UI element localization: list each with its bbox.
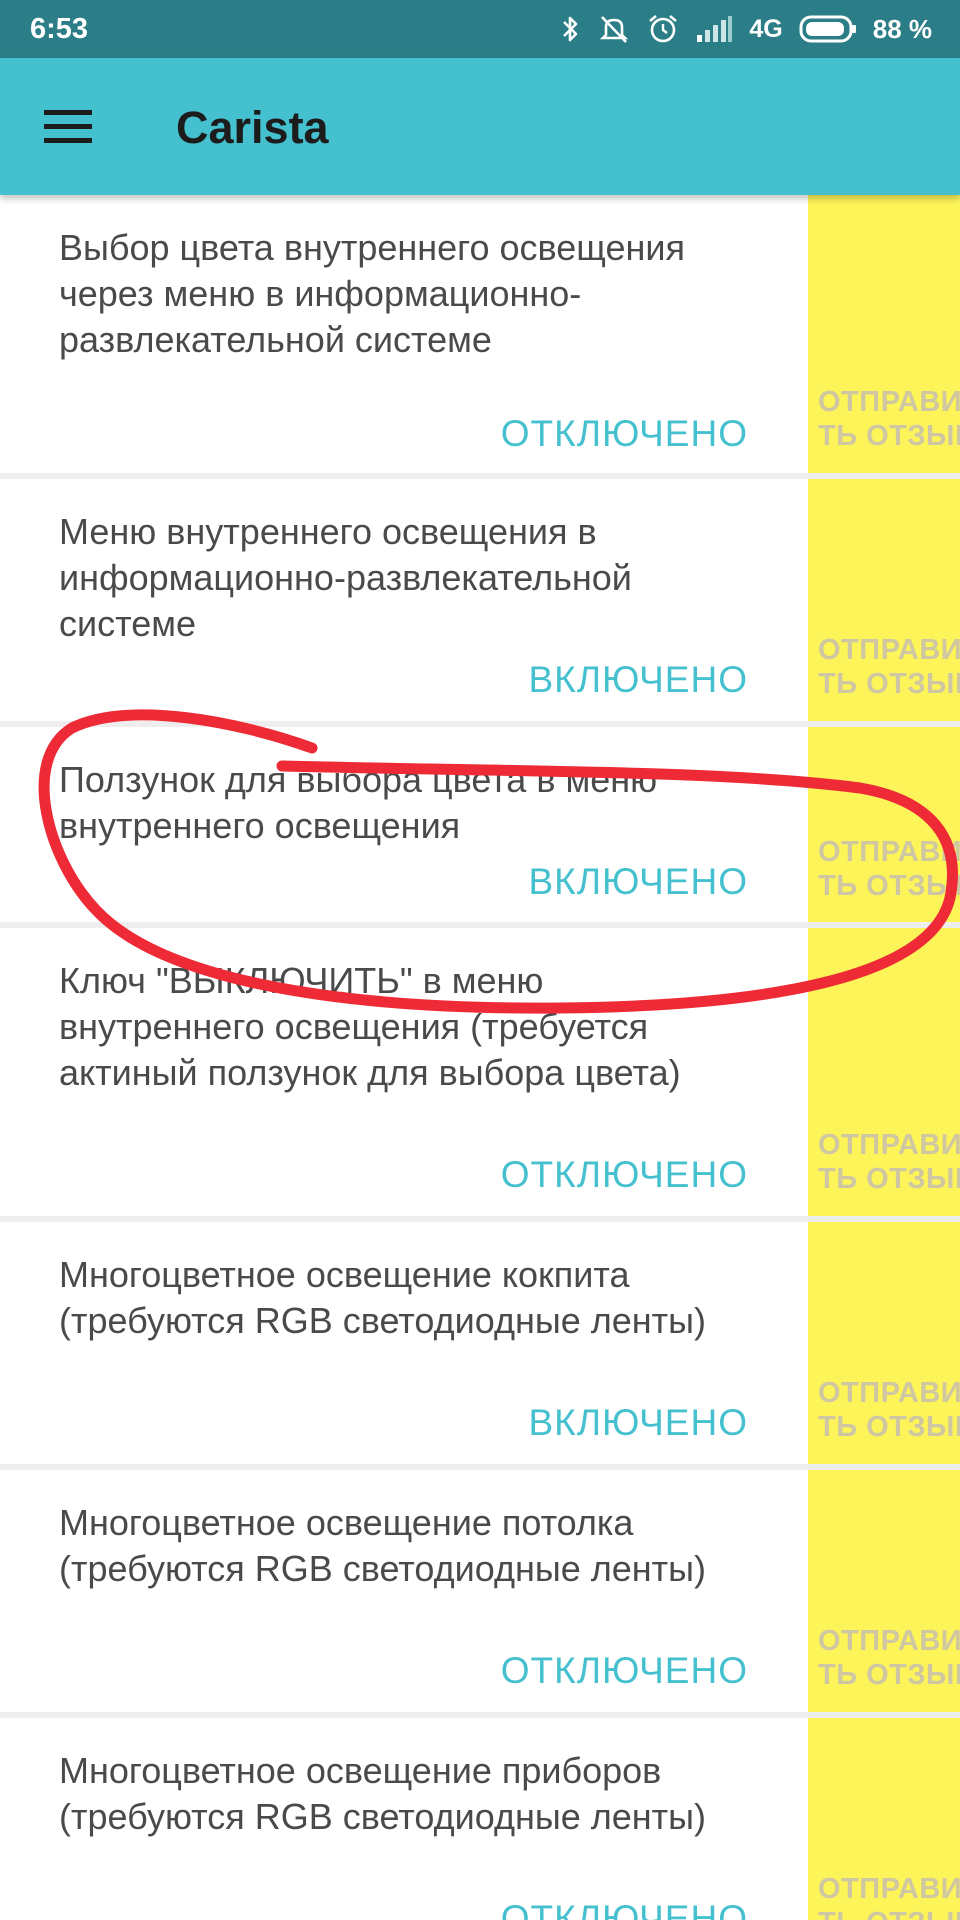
mute-icon — [600, 16, 629, 43]
feedback-label: ОТПРАВИ ТЬ ОТЗЫВ — [818, 1873, 960, 1920]
setting-title: Ключ "ВЫКЛЮЧИТЬ" в меню внутреннего осве… — [59, 960, 681, 1093]
feedback-button[interactable]: ОТПРАВИ ТЬ ОТЗЫВ — [808, 1222, 960, 1464]
setting-title: Меню внутреннего освещения в информацион… — [59, 511, 632, 644]
setting-row-body[interactable]: Ползунок для выбора цвета в меню внутрен… — [0, 727, 808, 922]
battery-icon — [799, 15, 856, 43]
bluetooth-icon — [563, 16, 578, 42]
setting-row[interactable]: Многоцветное освещение приборов (требуют… — [0, 1718, 960, 1920]
settings-list: Выбор цвета внутреннего освещения через … — [0, 195, 960, 1920]
feedback-button[interactable]: ОТПРАВИ ТЬ ОТЗЫВ — [808, 195, 960, 473]
setting-row-body[interactable]: Многоцветное освещение потолка (требуютс… — [0, 1470, 808, 1712]
setting-status[interactable]: ВКЛЮЧЕНО — [528, 861, 748, 903]
feedback-label: ОТПРАВИ ТЬ ОТЗЫВ — [818, 634, 960, 700]
feedback-button[interactable]: ОТПРАВИ ТЬ ОТЗЫВ — [808, 1470, 960, 1712]
screen: 6:53 4G 88 % Carista Выбор цвета внутрен… — [0, 0, 960, 1920]
battery-percent: 88 % — [872, 13, 932, 44]
setting-status[interactable]: ОТКЛЮЧЕНО — [501, 413, 748, 455]
setting-title: Ползунок для выбора цвета в меню внутрен… — [59, 759, 658, 846]
setting-status[interactable]: ВКЛЮЧЕНО — [528, 1402, 748, 1444]
signal-icon — [697, 16, 733, 42]
setting-status[interactable]: ОТКЛЮЧЕНО — [501, 1898, 748, 1920]
network-label: 4G — [749, 14, 783, 43]
setting-row[interactable]: Многоцветное освещение потолка (требуютс… — [0, 1470, 960, 1712]
setting-row[interactable]: Выбор цвета внутреннего освещения через … — [0, 195, 960, 473]
setting-title: Многоцветное освещение потолка (требуютс… — [59, 1502, 706, 1589]
setting-title: Многоцветное освещение кокпита (требуютс… — [59, 1254, 706, 1341]
setting-title: Многоцветное освещение приборов (требуют… — [59, 1750, 706, 1837]
setting-row-body[interactable]: Многоцветное освещение приборов (требуют… — [0, 1718, 808, 1920]
setting-row[interactable]: Ползунок для выбора цвета в меню внутрен… — [0, 727, 960, 922]
feedback-button[interactable]: ОТПРАВИ ТЬ ОТЗЫВ — [808, 1718, 960, 1920]
menu-icon[interactable] — [44, 110, 92, 144]
feedback-label: ОТПРАВИ ТЬ ОТЗЫВ — [818, 1129, 960, 1195]
alarm-icon — [649, 15, 678, 43]
setting-row-body[interactable]: Ключ "ВЫКЛЮЧИТЬ" в меню внутреннего осве… — [0, 928, 808, 1216]
setting-status[interactable]: ОТКЛЮЧЕНО — [501, 1154, 748, 1196]
status-icons: 4G 88 % — [561, 13, 932, 45]
setting-status[interactable]: ВКЛЮЧЕНО — [528, 659, 748, 701]
feedback-label: ОТПРАВИ ТЬ ОТЗЫВ — [818, 1625, 960, 1691]
feedback-label: ОТПРАВИ ТЬ ОТЗЫВ — [818, 386, 960, 452]
setting-title: Выбор цвета внутреннего освещения через … — [59, 227, 685, 360]
feedback-button[interactable]: ОТПРАВИ ТЬ ОТЗЫВ — [808, 928, 960, 1216]
status-time: 6:53 — [30, 12, 89, 45]
feedback-button[interactable]: ОТПРАВИ ТЬ ОТЗЫВ — [808, 479, 960, 721]
app-title: Carista — [176, 102, 329, 153]
feedback-label: ОТПРАВИ ТЬ ОТЗЫВ — [818, 1377, 960, 1443]
app-bar: Carista — [0, 58, 960, 195]
setting-row-body[interactable]: Меню внутреннего освещения в информацион… — [0, 479, 808, 721]
setting-row[interactable]: Ключ "ВЫКЛЮЧИТЬ" в меню внутреннего осве… — [0, 928, 960, 1216]
setting-status[interactable]: ОТКЛЮЧЕНО — [501, 1650, 748, 1692]
setting-row[interactable]: Многоцветное освещение кокпита (требуютс… — [0, 1222, 960, 1464]
setting-row-body[interactable]: Выбор цвета внутреннего освещения через … — [0, 195, 808, 473]
status-bar: 6:53 4G 88 % — [0, 0, 960, 58]
feedback-label: ОТПРАВИ ТЬ ОТЗЫВ — [818, 836, 960, 902]
feedback-button[interactable]: ОТПРАВИ ТЬ ОТЗЫВ — [808, 727, 960, 922]
setting-row-body[interactable]: Многоцветное освещение кокпита (требуютс… — [0, 1222, 808, 1464]
setting-row[interactable]: Меню внутреннего освещения в информацион… — [0, 479, 960, 721]
